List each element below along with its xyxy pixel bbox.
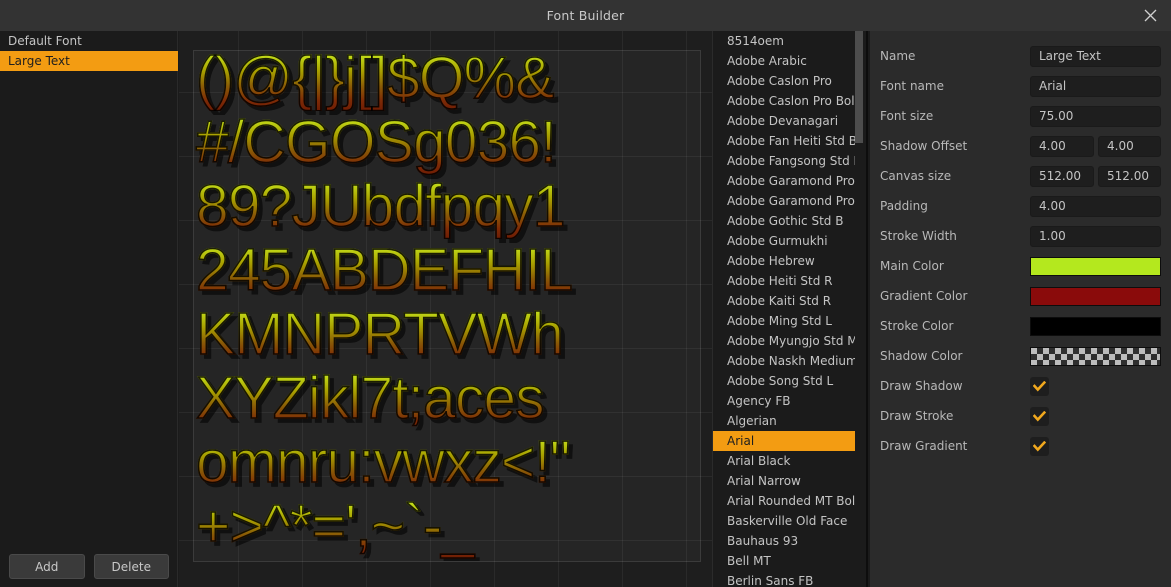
draw-shadow-label: Draw Shadow bbox=[880, 379, 963, 393]
font-list-item[interactable]: Bell MT bbox=[713, 551, 859, 571]
document-list: Default Font Large Text bbox=[0, 31, 178, 71]
font-list-item[interactable]: Adobe Gothic Std B bbox=[713, 211, 859, 231]
font-list-item[interactable]: Adobe Arabic bbox=[713, 51, 859, 71]
font-list-item[interactable]: Adobe Fan Heiti Std B bbox=[713, 131, 859, 151]
document-actions: Add Delete bbox=[0, 554, 178, 579]
glyph-row: 89?JUbdfpqy1 bbox=[194, 174, 700, 239]
padding-label: Padding bbox=[880, 199, 928, 213]
font-list-item[interactable]: Adobe Caslon Pro bbox=[713, 71, 859, 91]
font-list-scrollbar[interactable] bbox=[855, 31, 863, 587]
property-row-draw-stroke: Draw Stroke bbox=[870, 401, 1171, 431]
glyph-row: 245ABDEFHIL bbox=[194, 238, 700, 303]
font-list-item[interactable]: Arial Narrow bbox=[713, 471, 859, 491]
stroke-width-input[interactable]: 1.00 bbox=[1030, 225, 1161, 247]
property-row-name: Name Large Text bbox=[870, 41, 1171, 71]
font-list-item[interactable]: Agency FB bbox=[713, 391, 859, 411]
stroke-color-swatch[interactable] bbox=[1030, 316, 1161, 336]
property-row-draw-gradient: Draw Gradient bbox=[870, 431, 1171, 461]
main-color-label: Main Color bbox=[880, 259, 944, 273]
font-list: 8514oem Adobe Arabic Adobe Caslon Pro Adobe… bbox=[713, 31, 859, 587]
font-list-item[interactable]: Adobe Garamond Pro bbox=[713, 171, 859, 191]
font-list-item[interactable]: Adobe Heiti Std R bbox=[713, 271, 859, 291]
stroke-color-label: Stroke Color bbox=[880, 319, 954, 333]
font-list-item[interactable]: Baskerville Old Face bbox=[713, 511, 859, 531]
font-name-label: Font name bbox=[880, 79, 944, 93]
property-row-main-color: Main Color bbox=[870, 251, 1171, 281]
font-name-input[interactable]: Arial bbox=[1030, 75, 1161, 97]
shadow-color-swatch[interactable] bbox=[1030, 346, 1161, 366]
font-list-item[interactable]: Arial Rounded MT Bold bbox=[713, 491, 859, 511]
canvas-size-label: Canvas size bbox=[880, 169, 952, 183]
font-list-item[interactable]: Adobe Gurmukhi bbox=[713, 231, 859, 251]
glyph-atlas-rows: ()@{|}j[]$Q%& #/CGOSg036! 89?JUbdfpqy1 2… bbox=[194, 51, 700, 559]
font-builder-window: Font Builder Default Font Large Text Add… bbox=[0, 0, 1171, 587]
glyph-atlas: ()@{|}j[]$Q%& #/CGOSg036! 89?JUbdfpqy1 2… bbox=[193, 50, 701, 562]
font-list-item[interactable]: Algerian bbox=[713, 411, 859, 431]
stroke-width-label: Stroke Width bbox=[880, 229, 957, 243]
close-icon[interactable] bbox=[1129, 0, 1171, 31]
font-preview-canvas[interactable]: ()@{|}j[]$Q%& #/CGOSg036! 89?JUbdfpqy1 2… bbox=[179, 31, 712, 587]
font-list-item[interactable]: Arial bbox=[713, 431, 859, 451]
glyph-row: KMNPRTVWh bbox=[194, 302, 700, 367]
property-row-font-size: Font size 75.00 bbox=[870, 101, 1171, 131]
shadow-offset-y-input[interactable]: 4.00 bbox=[1098, 135, 1161, 157]
property-row-gradient-color: Gradient Color bbox=[870, 281, 1171, 311]
gradient-color-swatch[interactable] bbox=[1030, 286, 1161, 306]
font-size-label: Font size bbox=[880, 109, 934, 123]
property-row-stroke-color: Stroke Color bbox=[870, 311, 1171, 341]
add-button[interactable]: Add bbox=[9, 554, 85, 579]
font-list-item[interactable]: Adobe Garamond Pro B... bbox=[713, 191, 859, 211]
document-item-default-font[interactable]: Default Font bbox=[0, 31, 178, 51]
glyph-row: +>^*=',~`-_ bbox=[194, 494, 700, 559]
font-list-panel: 8514oem Adobe Arabic Adobe Caslon Pro Adobe… bbox=[712, 31, 868, 587]
property-row-padding: Padding 4.00 bbox=[870, 191, 1171, 221]
main-color-swatch[interactable] bbox=[1030, 256, 1161, 276]
shadow-color-label: Shadow Color bbox=[880, 349, 963, 363]
draw-stroke-label: Draw Stroke bbox=[880, 409, 954, 423]
property-row-draw-shadow: Draw Shadow bbox=[870, 371, 1171, 401]
draw-stroke-checkbox[interactable] bbox=[1030, 406, 1049, 426]
font-list-item[interactable]: Adobe Naskh Medium bbox=[713, 351, 859, 371]
document-panel: Default Font Large Text Add Delete bbox=[0, 31, 178, 587]
name-input[interactable]: Large Text bbox=[1030, 45, 1161, 67]
font-list-item[interactable]: Adobe Fangsong Std R bbox=[713, 151, 859, 171]
delete-button[interactable]: Delete bbox=[93, 554, 169, 579]
property-row-stroke-width: Stroke Width 1.00 bbox=[870, 221, 1171, 251]
canvas-width-input[interactable]: 512.00 bbox=[1030, 165, 1094, 187]
shadow-offset-x-input[interactable]: 4.00 bbox=[1030, 135, 1094, 157]
font-list-item[interactable]: Berlin Sans FB bbox=[713, 571, 859, 587]
glyph-row: XYZikl7t;aces bbox=[194, 366, 700, 431]
draw-gradient-checkbox[interactable] bbox=[1030, 436, 1049, 456]
title-bar: Font Builder bbox=[0, 0, 1171, 31]
font-list-item[interactable]: Adobe Myungjo Std M bbox=[713, 331, 859, 351]
font-list-item[interactable]: Adobe Song Std L bbox=[713, 371, 859, 391]
name-label: Name bbox=[880, 49, 916, 63]
properties-panel: Name Large Text Font name Arial Font siz… bbox=[870, 31, 1171, 587]
font-list-item[interactable]: Adobe Ming Std L bbox=[713, 311, 859, 331]
property-row-canvas-size: Canvas size 512.00 512.00 bbox=[870, 161, 1171, 191]
font-list-item[interactable]: Adobe Devanagari bbox=[713, 111, 859, 131]
shadow-offset-label: Shadow Offset bbox=[880, 139, 968, 153]
draw-gradient-label: Draw Gradient bbox=[880, 439, 968, 453]
property-row-shadow-offset: Shadow Offset 4.00 4.00 bbox=[870, 131, 1171, 161]
document-item-large-text[interactable]: Large Text bbox=[0, 51, 178, 71]
font-list-item[interactable]: Adobe Hebrew bbox=[713, 251, 859, 271]
font-list-scroll-thumb[interactable] bbox=[855, 31, 863, 143]
property-row-shadow-color: Shadow Color bbox=[870, 341, 1171, 371]
font-list-item[interactable]: Adobe Kaiti Std R bbox=[713, 291, 859, 311]
font-list-item[interactable]: 8514oem bbox=[713, 31, 859, 51]
gradient-color-label: Gradient Color bbox=[880, 289, 968, 303]
font-size-input[interactable]: 75.00 bbox=[1030, 105, 1161, 127]
font-list-item[interactable]: Arial Black bbox=[713, 451, 859, 471]
window-title: Font Builder bbox=[546, 8, 625, 23]
font-list-item[interactable]: Bauhaus 93 bbox=[713, 531, 859, 551]
glyph-row: omnru:vwxz<!" bbox=[194, 430, 700, 495]
draw-shadow-checkbox[interactable] bbox=[1030, 376, 1049, 396]
font-list-item[interactable]: Adobe Caslon Pro Bold bbox=[713, 91, 859, 111]
canvas-height-input[interactable]: 512.00 bbox=[1098, 165, 1161, 187]
glyph-row: #/CGOSg036! bbox=[194, 110, 700, 175]
property-row-font-name: Font name Arial bbox=[870, 71, 1171, 101]
glyph-row: ()@{|}j[]$Q%& bbox=[194, 51, 700, 111]
padding-input[interactable]: 4.00 bbox=[1030, 195, 1161, 217]
